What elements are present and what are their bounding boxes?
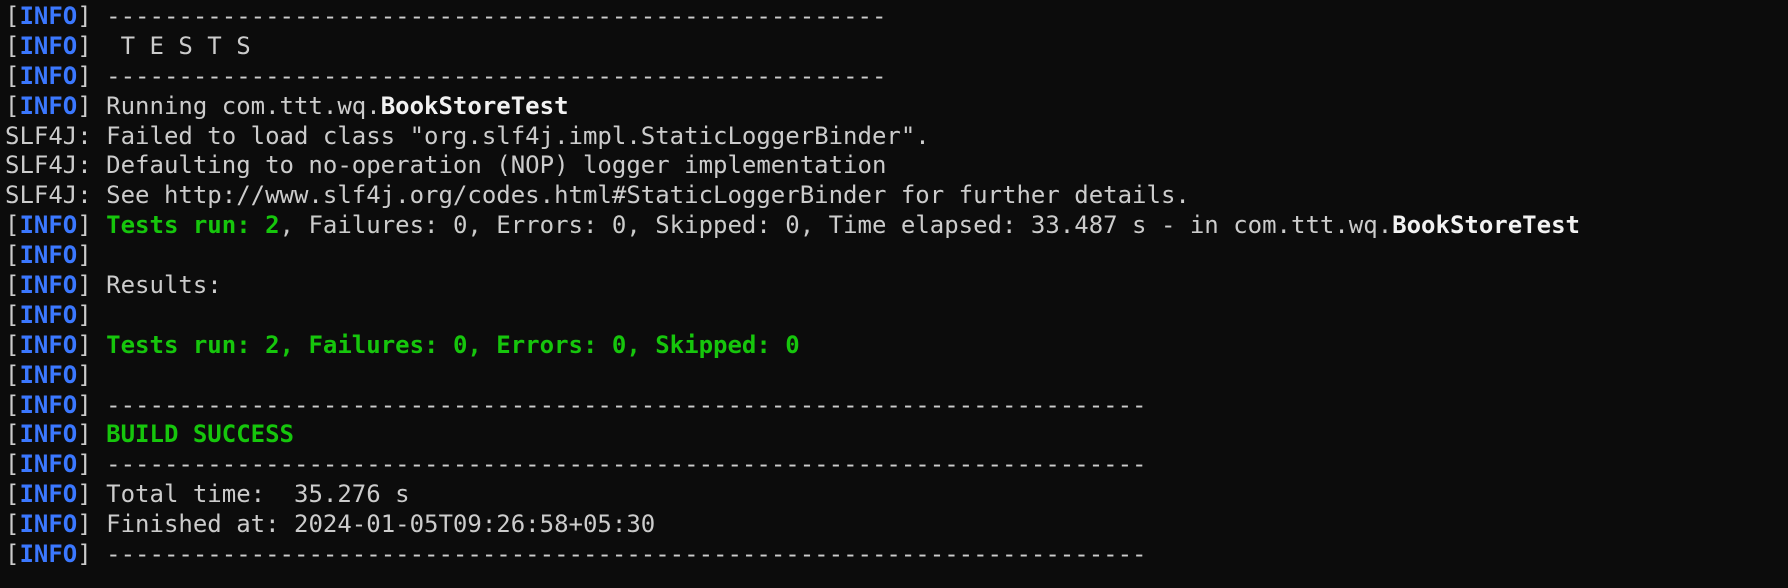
- log-text: SLF4J: Failed to load class "org.slf4j.i…: [5, 121, 930, 150]
- bracket-open: [: [5, 31, 20, 60]
- bracket-close: ]: [77, 480, 92, 509]
- log-line: [INFO] Results:: [5, 271, 1788, 301]
- log-text: BookStoreTest: [380, 91, 569, 120]
- log-line: [INFO] ---------------------------------…: [5, 391, 1788, 421]
- log-line: [INFO]: [5, 301, 1788, 331]
- bracket-close: ]: [77, 271, 92, 300]
- log-text: ----------------------------------------…: [91, 61, 887, 90]
- bracket-close: ]: [77, 61, 92, 90]
- log-level-tag: INFO: [19, 420, 78, 449]
- log-line: [INFO] ---------------------------------…: [5, 450, 1788, 480]
- bracket-open: [: [5, 450, 20, 479]
- log-text: SLF4J: See http://www.slf4j.org/codes.ht…: [5, 181, 1190, 210]
- log-text: Results:: [91, 271, 222, 300]
- bracket-open: [: [5, 241, 20, 270]
- bracket-close: ]: [77, 390, 92, 419]
- bracket-open: [: [5, 300, 20, 329]
- log-line: [INFO] ---------------------------------…: [5, 2, 1788, 32]
- log-line: SLF4J: Defaulting to no-operation (NOP) …: [5, 151, 1788, 181]
- log-line: [INFO] ---------------------------------…: [5, 62, 1788, 92]
- bracket-open: [: [5, 271, 20, 300]
- log-level-tag: INFO: [19, 480, 78, 509]
- bracket-open: [: [5, 510, 20, 539]
- log-text: ----------------------------------------…: [91, 450, 1147, 479]
- log-level-tag: INFO: [19, 61, 78, 90]
- bracket-open: [: [5, 211, 20, 240]
- bracket-close: ]: [77, 211, 92, 240]
- log-level-tag: INFO: [19, 360, 78, 389]
- bracket-open: [: [5, 91, 20, 120]
- log-text: Tests run: 2, Failures: 0, Errors: 0, Sk…: [106, 330, 800, 359]
- bracket-open: [: [5, 61, 20, 90]
- bracket-close: ]: [77, 450, 92, 479]
- bracket-open: [: [5, 480, 20, 509]
- log-text: Tests run: 2: [106, 211, 280, 240]
- log-text: Finished at: 2024-01-05T09:26:58+05:30: [91, 510, 656, 539]
- bracket-close: ]: [77, 510, 92, 539]
- log-level-tag: INFO: [19, 91, 78, 120]
- log-line: SLF4J: Failed to load class "org.slf4j.i…: [5, 122, 1788, 152]
- log-text: BUILD SUCCESS: [106, 420, 294, 449]
- bracket-open: [: [5, 2, 20, 30]
- bracket-close: ]: [77, 31, 92, 60]
- bracket-close: ]: [77, 91, 92, 120]
- log-line: [INFO] Total time: 35.276 s: [5, 480, 1788, 510]
- bracket-close: ]: [77, 330, 92, 359]
- bracket-open: [: [5, 330, 20, 359]
- bracket-close: ]: [77, 241, 92, 270]
- log-level-tag: INFO: [19, 300, 78, 329]
- log-level-tag: INFO: [19, 31, 78, 60]
- bracket-close: ]: [77, 300, 92, 329]
- log-text: Total time: 35.276 s: [91, 480, 410, 509]
- log-line: [INFO] ---------------------------------…: [5, 540, 1788, 570]
- bracket-open: [: [5, 420, 20, 449]
- log-text: ----------------------------------------…: [91, 390, 1147, 419]
- log-line: [INFO] Tests run: 2, Failures: 0, Errors…: [5, 211, 1788, 241]
- log-text: ----------------------------------------…: [91, 2, 887, 30]
- log-text: Running com.ttt.wq.: [91, 91, 381, 120]
- log-level-tag: INFO: [19, 540, 78, 569]
- log-line: [INFO] Running com.ttt.wq.BookStoreTest: [5, 92, 1788, 122]
- log-level-tag: INFO: [19, 510, 78, 539]
- log-text: , Failures: 0, Errors: 0, Skipped: 0, Ti…: [279, 211, 1393, 240]
- log-line: [INFO]: [5, 241, 1788, 271]
- bracket-close: ]: [77, 420, 92, 449]
- bracket-open: [: [5, 540, 20, 569]
- log-text: BookStoreTest: [1392, 211, 1580, 240]
- log-text: T E S T S: [91, 31, 251, 60]
- log-line: [INFO] BUILD SUCCESS: [5, 420, 1788, 450]
- terminal-output[interactable]: [INFO] ---------------------------------…: [0, 0, 1788, 588]
- bracket-open: [: [5, 390, 20, 419]
- bracket-close: ]: [77, 2, 92, 30]
- log-level-tag: INFO: [19, 2, 78, 30]
- log-level-tag: INFO: [19, 330, 78, 359]
- log-line: [INFO]: [5, 361, 1788, 391]
- log-line: [INFO] Tests run: 2, Failures: 0, Errors…: [5, 331, 1788, 361]
- log-text: ----------------------------------------…: [91, 540, 1147, 569]
- log-level-tag: INFO: [19, 241, 78, 270]
- log-level-tag: INFO: [19, 390, 78, 419]
- log-line: SLF4J: See http://www.slf4j.org/codes.ht…: [5, 181, 1788, 211]
- bracket-close: ]: [77, 540, 92, 569]
- log-level-tag: INFO: [19, 450, 78, 479]
- log-level-tag: INFO: [19, 271, 78, 300]
- log-text: SLF4J: Defaulting to no-operation (NOP) …: [5, 151, 887, 180]
- log-line: [INFO] T E S T S: [5, 32, 1788, 62]
- log-level-tag: INFO: [19, 211, 78, 240]
- bracket-close: ]: [77, 360, 92, 389]
- bracket-open: [: [5, 360, 20, 389]
- log-line: [INFO] Finished at: 2024-01-05T09:26:58+…: [5, 510, 1788, 540]
